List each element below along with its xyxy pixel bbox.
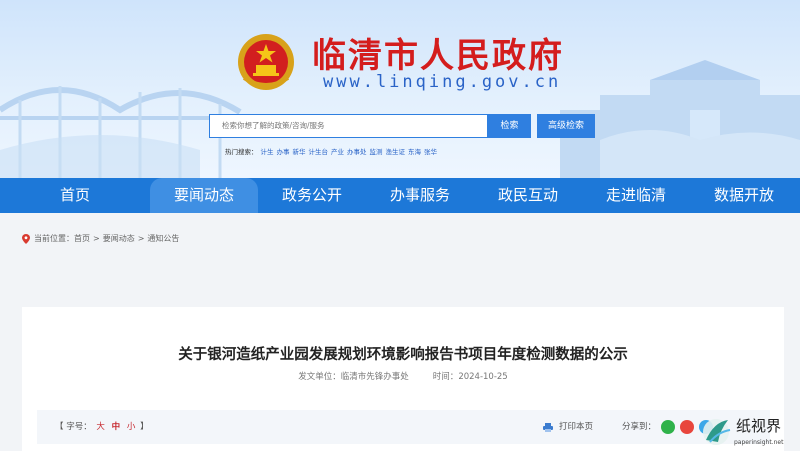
nav-item-interaction[interactable]: 政民互动 <box>474 178 582 213</box>
hot-search-item[interactable]: 产业 <box>331 148 344 156</box>
font-size-close: 】 <box>140 422 149 432</box>
hot-search-item[interactable]: 张华 <box>424 148 437 156</box>
watermark-url: paperinsight.net <box>734 439 784 446</box>
breadcrumb: 当前位置： 首页 > 要闻动态 > 通知公告 <box>22 233 179 244</box>
site-url: www.linqing.gov.cn <box>323 72 562 92</box>
article-card: 关于银河造纸产业园发展规划环境影响报告书项目年度检测数据的公示 发文单位：临清市… <box>22 307 784 451</box>
hot-search-label: 热门搜索： <box>225 148 258 156</box>
font-size-medium[interactable]: 中 <box>112 422 121 432</box>
hot-search-row: 热门搜索： 计生 办事 新华 计生台 产业 办事处 监测 渔生证 东海 张华 <box>225 146 437 156</box>
hot-search-item[interactable]: 办事处 <box>347 148 367 156</box>
hot-search-item[interactable]: 东海 <box>408 148 421 156</box>
article-source: 临清市先锋办事处 <box>340 372 409 382</box>
breadcrumb-news[interactable]: 要闻动态 <box>103 233 135 244</box>
nav-item-about-city[interactable]: 走进临清 <box>582 178 690 213</box>
breadcrumb-separator: > <box>93 234 100 243</box>
watermark-text: 纸视界 <box>736 417 782 435</box>
source-label: 发文单位： <box>298 372 341 382</box>
main-nav: 首页 要闻动态 政务公开 办事服务 政民互动 走进临清 数据开放 <box>0 178 800 213</box>
header-banner: 临清市人民政府 www.linqing.gov.cn 检索你想了解的政策/咨询/… <box>0 0 800 178</box>
search-button[interactable]: 检索 <box>488 114 531 138</box>
breadcrumb-home[interactable]: 首页 <box>74 233 90 244</box>
weibo-icon[interactable] <box>680 420 695 434</box>
hot-search-item[interactable]: 渔生证 <box>386 148 406 156</box>
hot-search-item[interactable]: 新华 <box>293 148 306 156</box>
font-size-small[interactable]: 小 <box>127 422 136 432</box>
search-input[interactable]: 检索你想了解的政策/咨询/服务 <box>209 114 488 138</box>
nav-item-services[interactable]: 办事服务 <box>366 178 474 213</box>
article-date: 2024-10-25 <box>458 372 508 382</box>
print-button[interactable]: 打印本页 <box>543 410 593 444</box>
national-emblem-icon <box>238 34 294 90</box>
time-label: 时间： <box>432 372 459 382</box>
nav-item-gov-affairs[interactable]: 政务公开 <box>258 178 366 213</box>
location-pin-icon <box>22 233 30 244</box>
breadcrumb-notices[interactable]: 通知公告 <box>147 233 179 244</box>
share-label: 分享到： <box>622 422 657 432</box>
article-title: 关于银河造纸产业园发展规划环境影响报告书项目年度检测数据的公示 <box>178 347 628 363</box>
article-meta: 发文单位：临清市先锋办事处 时间：2024-10-25 <box>22 370 784 382</box>
wechat-icon[interactable] <box>661 420 676 434</box>
site-title: 临清市人民政府 <box>312 36 564 76</box>
hot-search-item[interactable]: 计生 <box>261 148 274 156</box>
print-label: 打印本页 <box>559 422 594 432</box>
font-size-label: 【 字号： <box>55 422 92 432</box>
hot-search-item[interactable]: 计生台 <box>309 148 329 156</box>
article-toolbar: 【 字号： 大 中 小 】 打印本页 分享到： <box>37 410 770 444</box>
hot-search-item[interactable]: 监测 <box>370 148 383 156</box>
breadcrumb-prefix: 当前位置： <box>34 234 74 243</box>
printer-icon <box>543 422 553 432</box>
font-size-control: 【 字号： 大 中 小 】 <box>55 410 149 444</box>
advanced-search-button[interactable]: 高级检索 <box>537 114 595 138</box>
font-size-large[interactable]: 大 <box>96 422 105 432</box>
hot-search-item[interactable]: 办事 <box>277 148 290 156</box>
breadcrumb-separator: > <box>137 234 145 243</box>
nav-item-open-data[interactable]: 数据开放 <box>690 178 798 213</box>
nav-item-home[interactable]: 首页 <box>0 178 150 213</box>
nav-item-news[interactable]: 要闻动态 <box>150 178 258 213</box>
